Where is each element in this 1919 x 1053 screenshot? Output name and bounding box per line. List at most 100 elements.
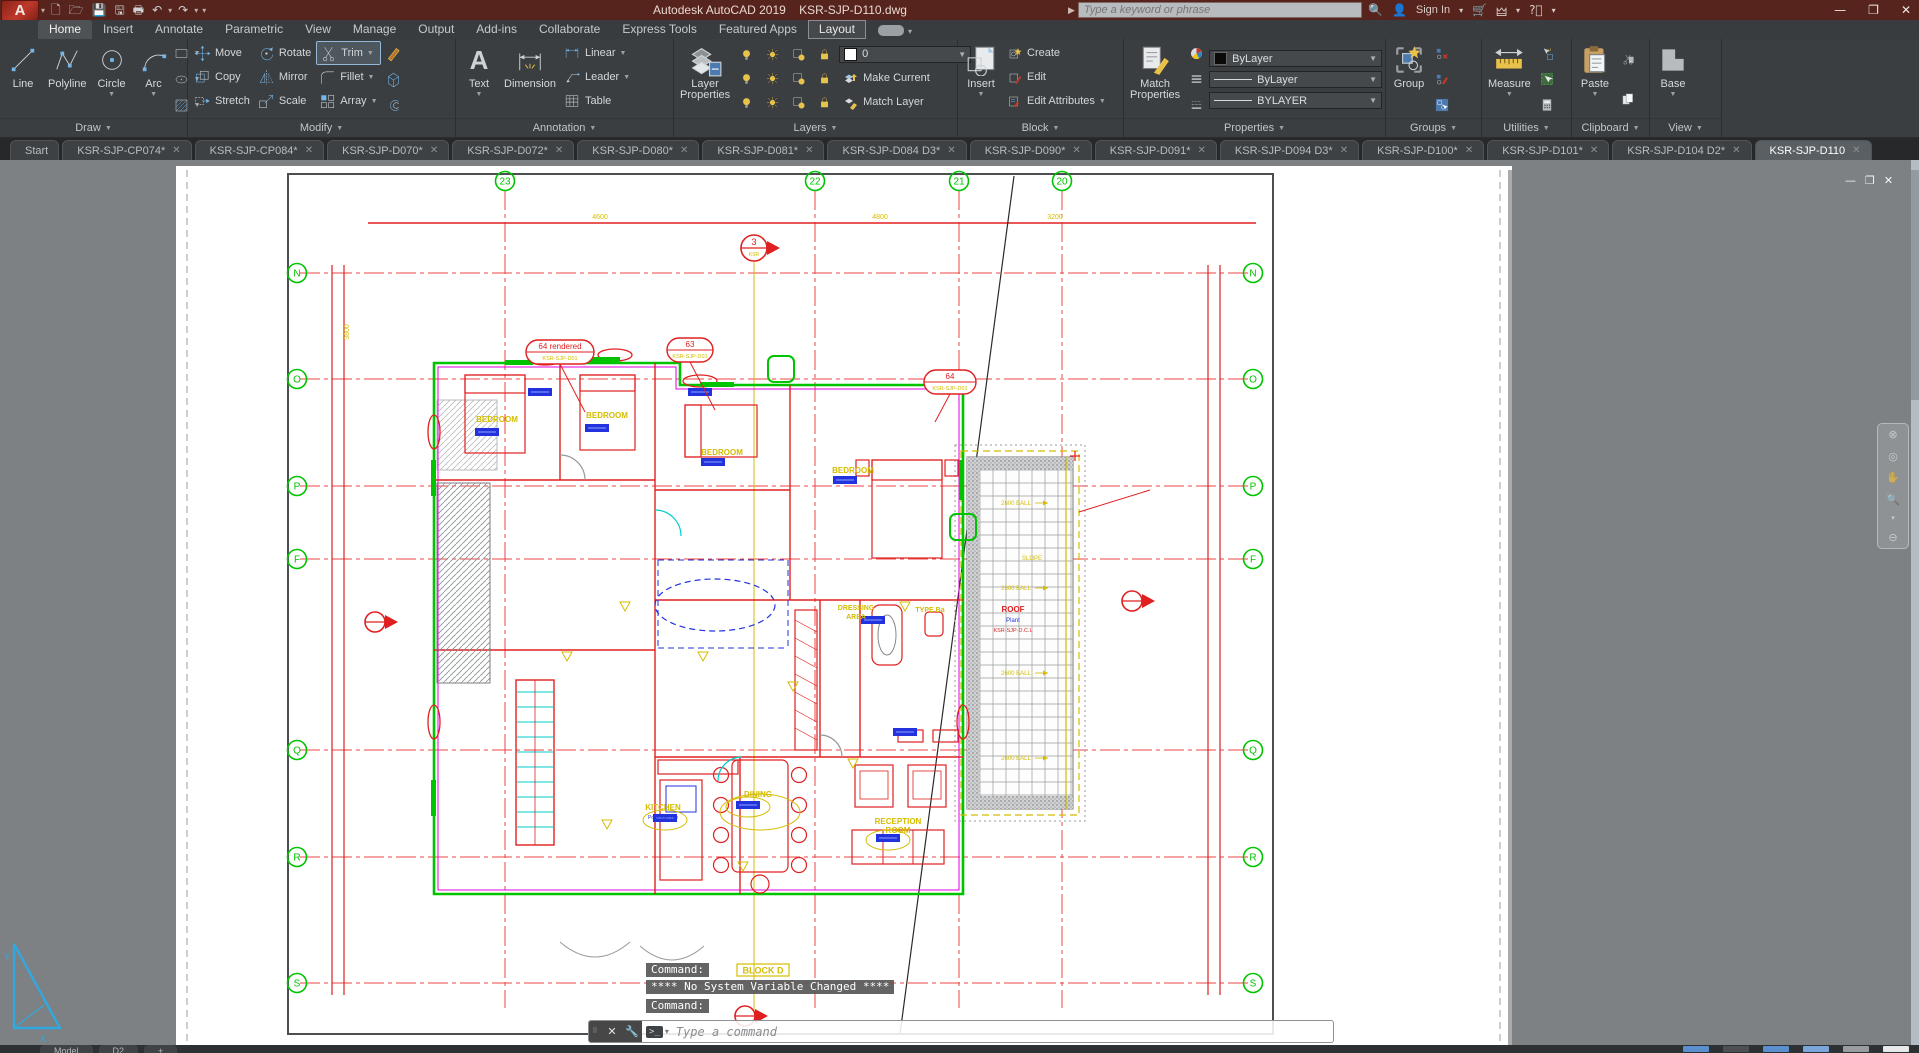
- panel-layers-label[interactable]: Layers▼: [674, 118, 957, 137]
- app-store-cart-icon[interactable]: 🛒: [1472, 3, 1487, 17]
- tab-close-icon[interactable]: ✕: [1732, 145, 1740, 156]
- measure-button[interactable]: Measure▼: [1485, 41, 1534, 118]
- ribbon-tab-collaborate[interactable]: Collaborate: [528, 20, 611, 39]
- help-caret-icon[interactable]: ▾: [1552, 6, 1556, 15]
- ribbon-tab-insert[interactable]: Insert: [92, 20, 144, 39]
- file-tab-ksr-sjp-d100[interactable]: KSR-SJP-D100*✕: [1362, 140, 1484, 160]
- annotation-scale-icon[interactable]: [1843, 1046, 1869, 1052]
- ribbon-tab-express-tools[interactable]: Express Tools: [611, 20, 707, 39]
- ortho-toggle-icon[interactable]: [1763, 1046, 1789, 1052]
- polar-toggle-icon[interactable]: [1803, 1046, 1829, 1052]
- tab-close-icon[interactable]: ✕: [1072, 145, 1080, 156]
- new-file-icon[interactable]: 🗋: [51, 0, 61, 20]
- lock-button[interactable]: [813, 90, 836, 114]
- command-close-icon[interactable]: ✕: [602, 1021, 622, 1042]
- trim-button[interactable]: Trim▼: [316, 41, 380, 65]
- sign-in-button[interactable]: Sign In: [1416, 4, 1450, 16]
- panel-groups-label[interactable]: Groups▼: [1386, 118, 1481, 137]
- file-tab-ksr-sjp-d072[interactable]: KSR-SJP-D072*✕: [452, 140, 574, 160]
- redo-caret-icon[interactable]: ▾: [194, 6, 198, 15]
- tab-close-icon[interactable]: ✕: [805, 145, 813, 156]
- lineweight-button[interactable]: [1185, 93, 1208, 117]
- cube-button[interactable]: [382, 67, 405, 91]
- property-dropdown-1[interactable]: ByLayer▼: [1209, 71, 1382, 88]
- panel-block-label[interactable]: Block▼: [958, 118, 1123, 137]
- file-tab-ksr-sjp-d084-d3[interactable]: KSR-SJP-D084 D3*✕: [827, 140, 966, 160]
- panel-clipboard-label[interactable]: Clipboard▼: [1572, 118, 1649, 137]
- lock-button[interactable]: [813, 42, 836, 66]
- user-icon[interactable]: 👤: [1392, 3, 1407, 17]
- doc-close-icon[interactable]: ✕: [1884, 174, 1893, 187]
- ribbon-tab-output[interactable]: Output: [407, 20, 465, 39]
- save-as-icon[interactable]: 🖫: [115, 0, 125, 20]
- doc-restore-icon[interactable]: ❐: [1865, 174, 1875, 187]
- command-input[interactable]: Type a command: [676, 1025, 777, 1039]
- search-binoculars-icon[interactable]: 🔍: [1368, 3, 1383, 17]
- doc-minimize-icon[interactable]: —: [1845, 174, 1856, 187]
- ribbon-display-caret-icon[interactable]: ▾: [908, 27, 912, 36]
- drawing-area[interactable]: 23222120NNOOPPFFQQRRSS46004800320038003K…: [0, 160, 1919, 1045]
- command-settings-wrench-icon[interactable]: 🔧: [622, 1021, 642, 1042]
- file-tab-start[interactable]: Start: [10, 140, 59, 160]
- autocad-logo[interactable]: A: [1, 0, 39, 21]
- property-dropdown-2[interactable]: BYLAYER▼: [1209, 92, 1382, 109]
- sun-button[interactable]: [761, 66, 784, 90]
- navbar-close-icon[interactable]: ⊗: [1888, 428, 1897, 441]
- bulb-button[interactable]: [735, 90, 758, 114]
- help-search-input[interactable]: [1078, 2, 1362, 18]
- command-grip-handle[interactable]: ⠿: [589, 1021, 602, 1042]
- redo-icon[interactable]: ↷: [178, 0, 188, 20]
- insert-button[interactable]: Insert▼: [961, 41, 1001, 118]
- tab-close-icon[interactable]: ✕: [680, 145, 688, 156]
- groupedit-button[interactable]: [1431, 67, 1454, 91]
- file-tab-ksr-sjp-d091[interactable]: KSR-SJP-D091*✕: [1095, 140, 1217, 160]
- bulb-button[interactable]: [735, 42, 758, 66]
- steering-wheel-icon[interactable]: ◎: [1888, 450, 1898, 463]
- file-tab-ksr-sjp-d101[interactable]: KSR-SJP-D101*✕: [1487, 140, 1609, 160]
- selbox-button[interactable]: [1535, 67, 1558, 91]
- layout-tab-d2[interactable]: D2: [99, 1045, 139, 1053]
- file-tab-ksr-sjp-d104-d2[interactable]: KSR-SJP-D104 D2*✕: [1612, 140, 1751, 160]
- paste-button[interactable]: Paste▼: [1575, 41, 1615, 118]
- mirror-button[interactable]: Mirror: [255, 65, 314, 89]
- command-recent-caret-icon[interactable]: ▾: [665, 1027, 669, 1036]
- panel-modify-label[interactable]: Modify▼: [188, 118, 455, 137]
- arc-button[interactable]: Arc▼: [134, 41, 174, 118]
- tab-close-icon[interactable]: ✕: [1465, 145, 1473, 156]
- tab-close-icon[interactable]: ✕: [555, 145, 563, 156]
- lock-button[interactable]: [813, 66, 836, 90]
- drawing-canvas[interactable]: 23222120NNOOPPFFQQRRSS46004800320038003K…: [0, 160, 1919, 1045]
- ribbon-tab-layout[interactable]: Layout: [808, 20, 866, 39]
- cutclip-button[interactable]: [1617, 48, 1640, 72]
- scale-button[interactable]: Scale: [255, 89, 314, 113]
- sun-button[interactable]: [761, 42, 784, 66]
- panel-draw-label[interactable]: Draw▼: [0, 118, 187, 137]
- navigation-bar[interactable]: ⊗ ◎ ✋ 🔍 ▾ ⊖: [1877, 423, 1909, 549]
- restore-button[interactable]: ❐: [1868, 0, 1879, 20]
- command-line[interactable]: ⠿ ✕ 🔧 >_ ▾ Type a command: [588, 1020, 1334, 1043]
- file-tab-ksr-sjp-cp074[interactable]: KSR-SJP-CP074*✕: [62, 140, 191, 160]
- panel-properties-label[interactable]: Properties▼: [1124, 118, 1385, 137]
- vertical-scrollbar[interactable]: [1911, 160, 1919, 1045]
- tab-close-icon[interactable]: ✕: [305, 145, 313, 156]
- tab-close-icon[interactable]: ✕: [172, 145, 180, 156]
- undo-caret-icon[interactable]: ▾: [168, 6, 172, 15]
- file-tab-ksr-sjp-d094-d3[interactable]: KSR-SJP-D094 D3*✕: [1220, 140, 1359, 160]
- isolate-objects-icon[interactable]: [1883, 1046, 1909, 1052]
- leader-button[interactable]: Leader▼: [561, 65, 633, 89]
- vpfreeze-button[interactable]: [787, 66, 810, 90]
- edit-attributes-button[interactable]: Edit Attributes▼: [1003, 89, 1109, 113]
- scrollbar-thumb[interactable]: [1911, 170, 1919, 400]
- create-button[interactable]: Create: [1003, 41, 1109, 65]
- layout-tab-[interactable]: +: [144, 1045, 177, 1053]
- plot-icon[interactable]: 🖶: [133, 0, 144, 20]
- close-button[interactable]: ✕: [1901, 0, 1911, 20]
- groupsel-button[interactable]: [1431, 93, 1454, 117]
- pan-hand-icon[interactable]: ✋: [1886, 471, 1900, 484]
- panel-annotation-label[interactable]: Annotation▼: [456, 118, 673, 137]
- tab-close-icon[interactable]: ✕: [1590, 145, 1598, 156]
- help-icon[interactable]: ?⃝: [1529, 3, 1543, 17]
- zoom-extents-icon[interactable]: 🔍: [1886, 493, 1900, 506]
- circle-button[interactable]: Circle▼: [92, 41, 132, 118]
- line-button[interactable]: Line: [3, 41, 43, 118]
